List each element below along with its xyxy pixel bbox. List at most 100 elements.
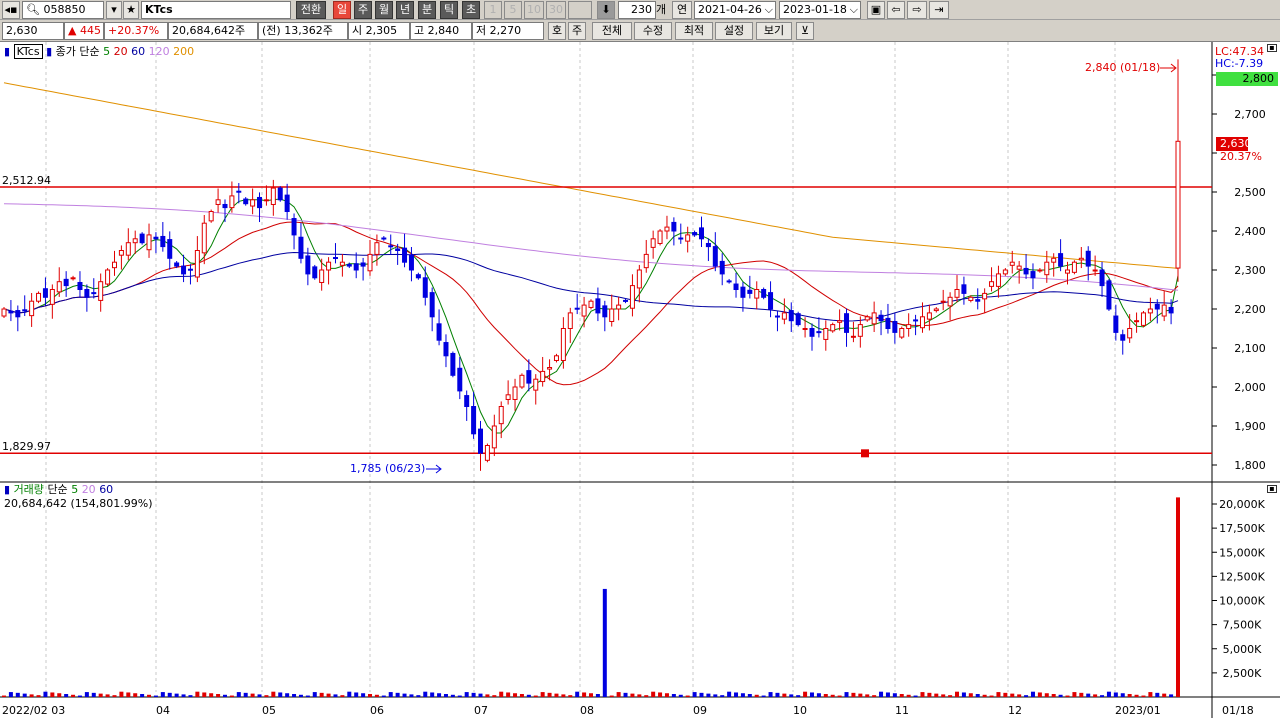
price-field: 2,630 xyxy=(2,22,64,40)
optimal-button[interactable]: 최적 xyxy=(675,22,713,40)
volume-bar xyxy=(492,695,497,697)
candle-body xyxy=(919,316,925,329)
tab-monthly[interactable]: 월 xyxy=(375,1,393,19)
arrow-left-icon[interactable]: ⇦ xyxy=(887,1,905,19)
candle-body xyxy=(781,312,787,320)
volume-bar xyxy=(872,695,877,697)
volume-bar xyxy=(1024,695,1029,697)
volume-bar xyxy=(968,693,973,697)
interval-30[interactable]: 30 xyxy=(546,1,566,19)
candle-body xyxy=(1099,269,1105,287)
menu-icon[interactable]: ◂▪ xyxy=(2,1,20,19)
arrow-down-icon[interactable]: ⬇ xyxy=(597,1,615,19)
volume-bar xyxy=(575,691,580,697)
date-to-value: 2023-01-18 xyxy=(783,3,847,16)
price-tick-label: 2,200 xyxy=(1234,303,1266,316)
volume-bar xyxy=(595,694,600,697)
x-tick-label: 07 xyxy=(474,704,488,717)
dropdown-icon[interactable]: ▾ xyxy=(106,1,122,19)
volume-bar xyxy=(865,694,870,697)
modify-button[interactable]: 수정 xyxy=(634,22,672,40)
volume-bar xyxy=(312,692,317,697)
candle-body xyxy=(878,314,884,322)
volume-bar xyxy=(133,693,138,697)
volume-bar xyxy=(91,692,96,697)
volume-bar xyxy=(464,692,469,697)
volume-bar xyxy=(443,694,448,697)
candle-body xyxy=(125,242,131,256)
volume-bar xyxy=(644,695,649,697)
price-legend: ▮ KTcs ▮ 종가 단순 5 20 60 120 200 xyxy=(4,44,195,59)
year-button[interactable]: 연 xyxy=(672,1,692,19)
volume-bar xyxy=(471,692,476,697)
pct-field: +20.37% xyxy=(104,22,168,40)
volume-bar xyxy=(1106,691,1111,697)
candle-body xyxy=(947,296,953,307)
legend-ma-200: 200 xyxy=(173,45,195,58)
candle-body xyxy=(940,300,946,303)
candle-body xyxy=(450,352,456,376)
candle-body xyxy=(263,199,269,202)
candle-body xyxy=(857,324,863,337)
candle-body xyxy=(332,257,338,260)
candle-body xyxy=(636,269,642,289)
all-button[interactable]: 전체 xyxy=(592,22,632,40)
arrow-right-icon[interactable]: ⇨ xyxy=(907,1,927,19)
order-button[interactable]: 주 xyxy=(568,22,586,40)
tab-yearly[interactable]: 년 xyxy=(396,1,414,19)
fast-forward-icon[interactable]: ⇥ xyxy=(929,1,949,19)
tab-weekly[interactable]: 주 xyxy=(354,1,372,19)
hoga-button[interactable]: 호 xyxy=(548,22,566,40)
count-input[interactable]: 230 xyxy=(618,1,656,19)
stock-code-field[interactable]: 🔍︎ 058850 xyxy=(22,1,104,19)
volume-bar xyxy=(361,693,366,697)
volume-bar xyxy=(768,692,773,697)
chevron-down-icon: ⌵ xyxy=(849,3,858,16)
candle-body xyxy=(388,245,394,248)
tab-minute[interactable]: 분 xyxy=(418,1,436,19)
save-icon[interactable]: ▣ xyxy=(867,1,885,19)
volume-bar xyxy=(899,694,904,697)
panel-collapse-icon[interactable]: ▪ xyxy=(1267,485,1277,493)
tab-tick[interactable]: 틱 xyxy=(440,1,458,19)
price-volume-chart[interactable]: 2,700 2,500 2,400 2,300 2,200 2,100 2,000 1,900… xyxy=(0,42,1280,720)
candle-body xyxy=(15,310,21,318)
volume-bar xyxy=(651,691,656,697)
favorite-star-icon[interactable]: ★ xyxy=(123,1,139,19)
volume-bar xyxy=(43,691,48,697)
tab-daily[interactable]: 일 xyxy=(333,1,351,19)
date-to-field[interactable]: 2023-01-18 ⌵ xyxy=(779,1,861,19)
panel-collapse-icon[interactable]: ▪ xyxy=(1267,44,1277,52)
candle-body xyxy=(381,237,387,240)
volume-bar xyxy=(568,695,573,697)
interval-1[interactable]: 1 xyxy=(484,1,502,19)
volume-bar xyxy=(934,693,939,697)
candle-body xyxy=(29,300,35,317)
tab-second[interactable]: 초 xyxy=(462,1,480,19)
interval-custom[interactable] xyxy=(568,1,592,19)
price-tick-label: 2,000 xyxy=(1234,381,1266,394)
pin-icon[interactable]: ⊻ xyxy=(796,22,814,40)
interval-10[interactable]: 10 xyxy=(524,1,544,19)
volume-bar xyxy=(1176,497,1180,697)
volume-bar xyxy=(402,693,407,697)
candle-body xyxy=(844,313,850,333)
x-tick-label: 10 xyxy=(793,704,807,717)
interval-5[interactable]: 5 xyxy=(504,1,522,19)
volume-bar xyxy=(782,693,787,697)
price-tick-label: 2,100 xyxy=(1234,342,1266,355)
candle-body xyxy=(63,278,69,287)
view-button[interactable]: 보기 xyxy=(756,22,792,40)
stock-name-field[interactable]: KTcs xyxy=(141,1,291,19)
candle-body xyxy=(70,277,76,280)
candle-body xyxy=(42,288,48,298)
tab-switch[interactable]: 전환 xyxy=(296,1,326,19)
date-from-field[interactable]: 2021-04-26 ⌵ xyxy=(694,1,776,19)
volume-bar xyxy=(540,692,545,697)
volume-bar xyxy=(906,694,911,697)
candle-body xyxy=(1175,140,1181,269)
volume-bar xyxy=(823,694,828,697)
settings-button[interactable]: 설정 xyxy=(715,22,753,40)
volume-bar xyxy=(851,692,856,697)
volume-bar xyxy=(112,695,117,697)
